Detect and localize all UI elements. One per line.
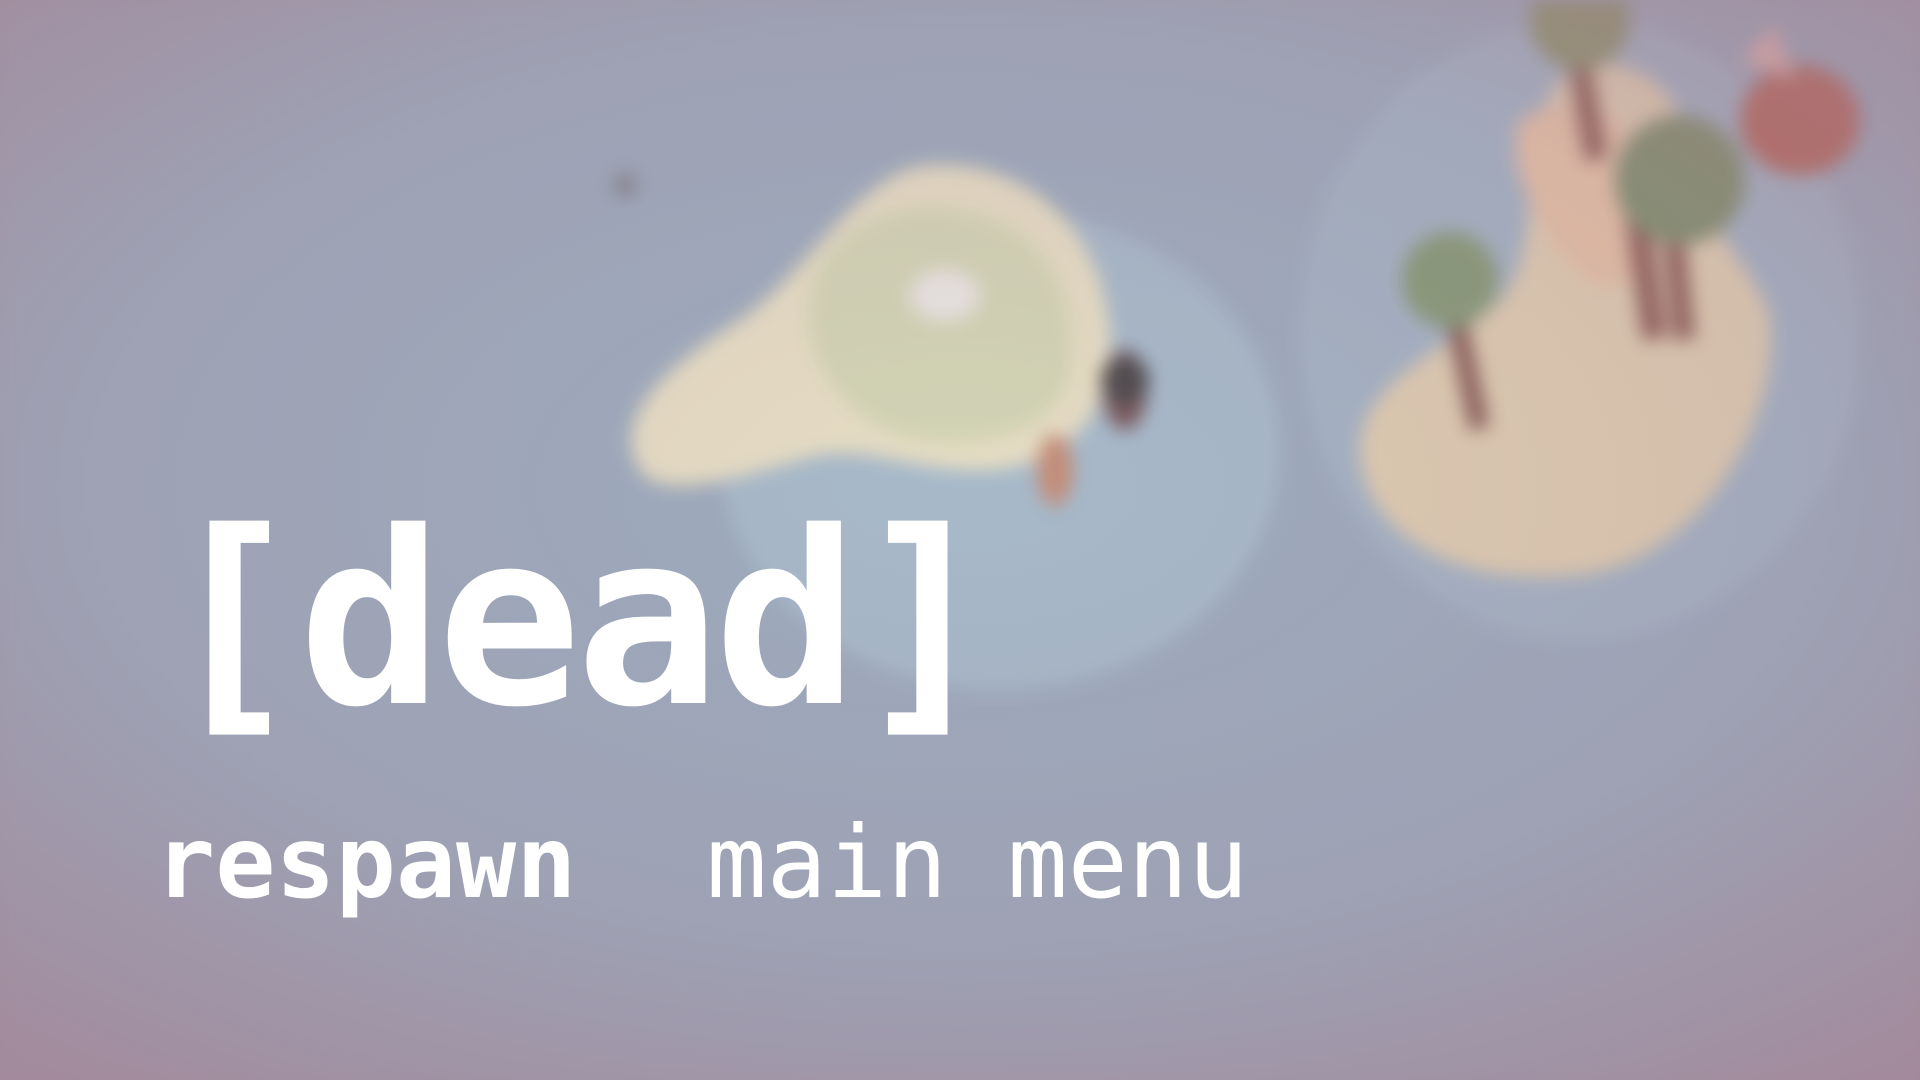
game-screen: [dead] respawn main menu bbox=[0, 0, 1920, 1080]
death-overlay: [dead] respawn main menu bbox=[0, 0, 1920, 1080]
main-menu-button[interactable]: main menu bbox=[706, 808, 1248, 918]
death-menu: respawn main menu bbox=[155, 808, 1248, 918]
respawn-button[interactable]: respawn bbox=[155, 808, 576, 918]
death-title: [dead] bbox=[160, 480, 997, 760]
